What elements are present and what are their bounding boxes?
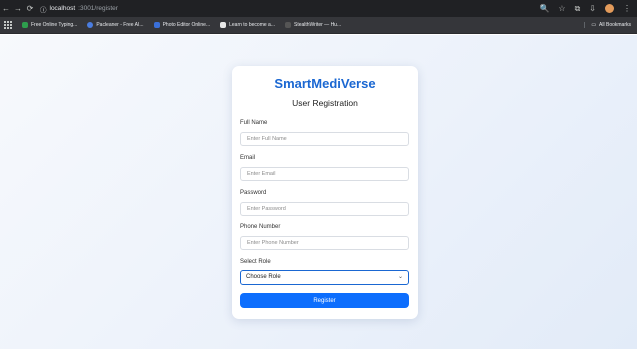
bookmark-favicon-icon bbox=[153, 22, 160, 28]
registration-card: SmartMediVerse User Registration Full Na… bbox=[232, 66, 418, 319]
bookmark-favicon-icon bbox=[284, 22, 291, 28]
download-icon[interactable]: ⇩ bbox=[589, 4, 596, 13]
bookmark-favicon-icon bbox=[87, 22, 94, 28]
bookmark-item[interactable]: Learn to become a... bbox=[220, 22, 275, 28]
bookmark-favicon-icon bbox=[22, 22, 28, 28]
bookmark-item[interactable]: Pacleaner - Free AI... bbox=[87, 22, 144, 28]
reload-icon[interactable]: ⟳ bbox=[24, 4, 36, 13]
password-input[interactable] bbox=[240, 202, 409, 216]
phone-number-label: Phone Number bbox=[240, 224, 281, 230]
phone-number-input[interactable] bbox=[240, 236, 409, 250]
role-select[interactable]: Choose Role ⌄ bbox=[240, 270, 409, 285]
apps-grid-icon[interactable] bbox=[4, 21, 12, 29]
menu-icon[interactable]: ⋮ bbox=[623, 4, 631, 13]
register-button[interactable]: Register bbox=[240, 293, 409, 308]
password-label: Password bbox=[240, 190, 267, 196]
brand-title: SmartMediVerse bbox=[274, 76, 376, 91]
all-bookmarks-button[interactable]: ▭ All Bookmarks bbox=[584, 22, 631, 28]
zoom-icon[interactable]: 🔍 bbox=[539, 4, 549, 13]
forward-arrow-icon[interactable]: → bbox=[12, 4, 24, 13]
chevron-down-icon: ⌄ bbox=[397, 274, 403, 280]
select-role-label: Select Role bbox=[240, 259, 271, 265]
folder-icon: ▭ bbox=[591, 22, 597, 28]
profile-avatar[interactable] bbox=[605, 4, 614, 13]
full-name-input[interactable] bbox=[240, 132, 409, 146]
email-input[interactable] bbox=[240, 167, 409, 181]
site-info-icon[interactable]: ⓘ bbox=[40, 4, 47, 14]
bookmark-item[interactable]: StealthWriter — Hu... bbox=[284, 22, 341, 28]
email-label: Email bbox=[240, 155, 256, 161]
bookmark-item[interactable]: Photo Editor Online... bbox=[153, 22, 210, 28]
bookmarks-bar: Free Online Typing... Pacleaner - Free A… bbox=[0, 17, 637, 34]
bookmark-item[interactable]: Free Online Typing... bbox=[22, 22, 77, 28]
url-host: localhost bbox=[49, 5, 76, 12]
url-path: :3001/register bbox=[78, 5, 118, 12]
browser-toolbar: ← → ⟳ ⓘ localhost:3001/register 🔍 ☆ ⧉ ⇩ … bbox=[0, 0, 637, 17]
star-icon[interactable]: ☆ bbox=[558, 4, 565, 13]
back-arrow-icon[interactable]: ← bbox=[0, 4, 12, 13]
bookmark-favicon-icon bbox=[220, 22, 227, 28]
page-viewport: SmartMediVerse User Registration Full Na… bbox=[0, 35, 637, 349]
page-title: User Registration bbox=[292, 98, 358, 108]
role-select-value: Choose Role bbox=[246, 274, 281, 280]
address-bar[interactable]: ⓘ localhost:3001/register bbox=[40, 4, 118, 14]
full-name-label: Full Name bbox=[240, 120, 268, 126]
extensions-icon[interactable]: ⧉ bbox=[575, 4, 581, 14]
